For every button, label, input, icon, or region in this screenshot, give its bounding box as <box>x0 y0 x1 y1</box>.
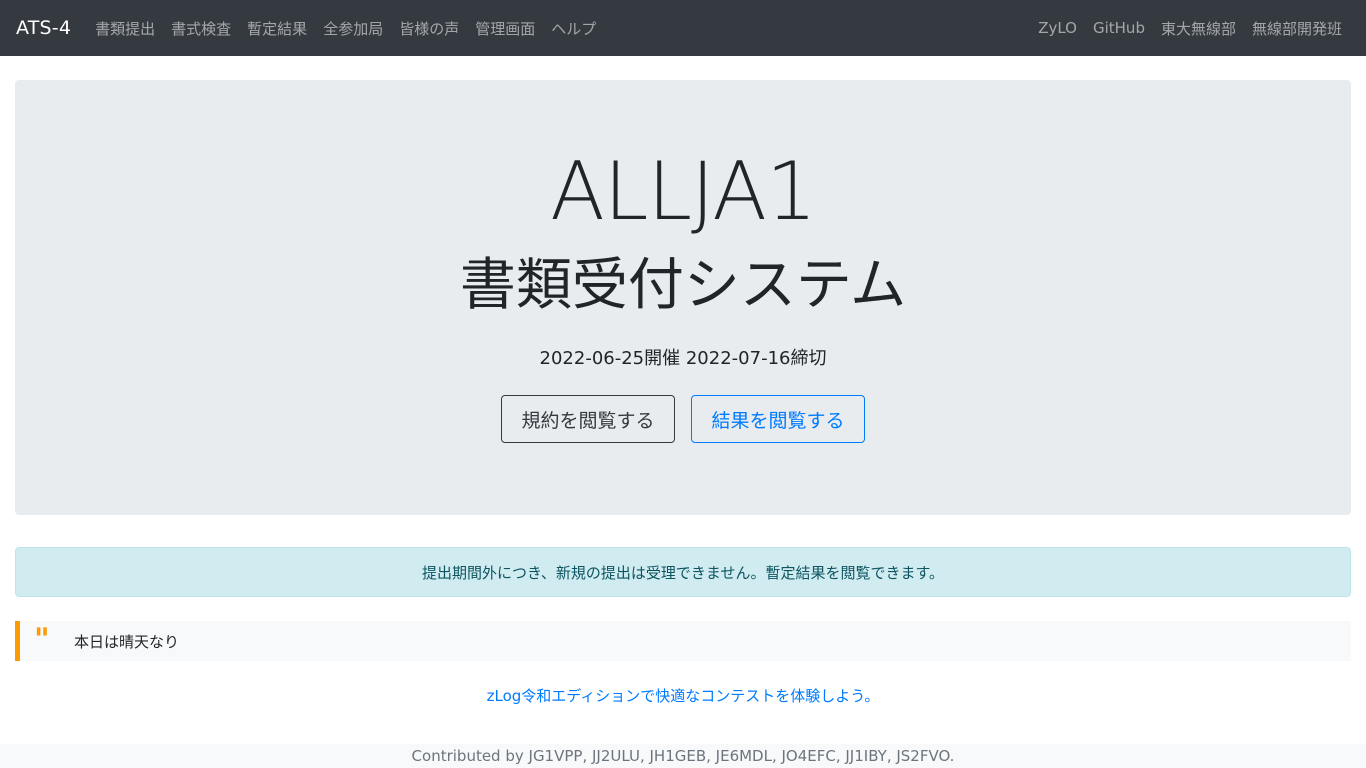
hero-jumbotron: ALLJA1 書類受付システム 2022-06-25開催 2022-07-16締… <box>15 80 1351 515</box>
view-rules-button[interactable]: 規約を閲覧する <box>501 395 675 443</box>
navbar-right: ZyLO GitHub 東大無線部 無線部開発班 <box>1030 18 1350 39</box>
contest-dates: 2022-06-25開催 2022-07-16締切 <box>539 348 827 369</box>
hero-buttons: 規約を閲覧する 結果を閲覧する <box>15 395 1351 443</box>
brand-link[interactable]: ATS-4 <box>16 17 71 39</box>
top-navbar: ATS-4 書類提出 書式検査 暫定結果 全参加局 皆様の声 管理画面 ヘルプ … <box>0 0 1366 56</box>
nav-link-zylo[interactable]: ZyLO <box>1030 19 1085 37</box>
footer: Contributed by JG1VPP, JJ2ULU, JH1GEB, J… <box>0 744 1366 768</box>
quote-text: 本日は晴天なり <box>74 632 180 651</box>
submission-closed-alert: 提出期間外につき、新規の提出は受理できません。暫定結果を閲覧できます。 <box>15 547 1351 597</box>
nav-link-help[interactable]: ヘルプ <box>543 18 604 39</box>
nav-link-voices[interactable]: 皆様の声 <box>391 18 467 39</box>
quote-block: " 本日は晴天なり <box>15 621 1351 661</box>
nav-link-submit[interactable]: 書類提出 <box>87 18 163 39</box>
alert-text: 提出期間外につき、新規の提出は受理できません。暫定結果を閲覧できます。 <box>421 563 944 582</box>
hero-title: ALLJA1 <box>550 145 817 238</box>
quote-icon: " <box>34 622 50 657</box>
nav-link-provisional-results[interactable]: 暫定結果 <box>239 18 315 39</box>
nav-link-dev-team[interactable]: 無線部開発班 <box>1244 18 1350 39</box>
view-results-button[interactable]: 結果を閲覧する <box>691 395 865 443</box>
nav-link-club[interactable]: 東大無線部 <box>1153 18 1244 39</box>
navbar-left: ATS-4 書類提出 書式検査 暫定結果 全参加局 皆様の声 管理画面 ヘルプ <box>16 17 604 39</box>
nav-link-admin[interactable]: 管理画面 <box>467 18 543 39</box>
nav-link-all-stations[interactable]: 全参加局 <box>315 18 391 39</box>
contributors-text: Contributed by JG1VPP, JJ2ULU, JH1GEB, J… <box>411 747 955 765</box>
nav-link-format-check[interactable]: 書式検査 <box>163 18 239 39</box>
zlog-promo-link[interactable]: zLog令和エディションで快適なコンテストを体験しよう。 <box>487 687 880 705</box>
hero-subtitle: 書類受付システム <box>459 253 907 318</box>
promo-line: zLog令和エディションで快適なコンテストを体験しよう。 <box>0 685 1366 706</box>
nav-link-github[interactable]: GitHub <box>1085 19 1153 37</box>
